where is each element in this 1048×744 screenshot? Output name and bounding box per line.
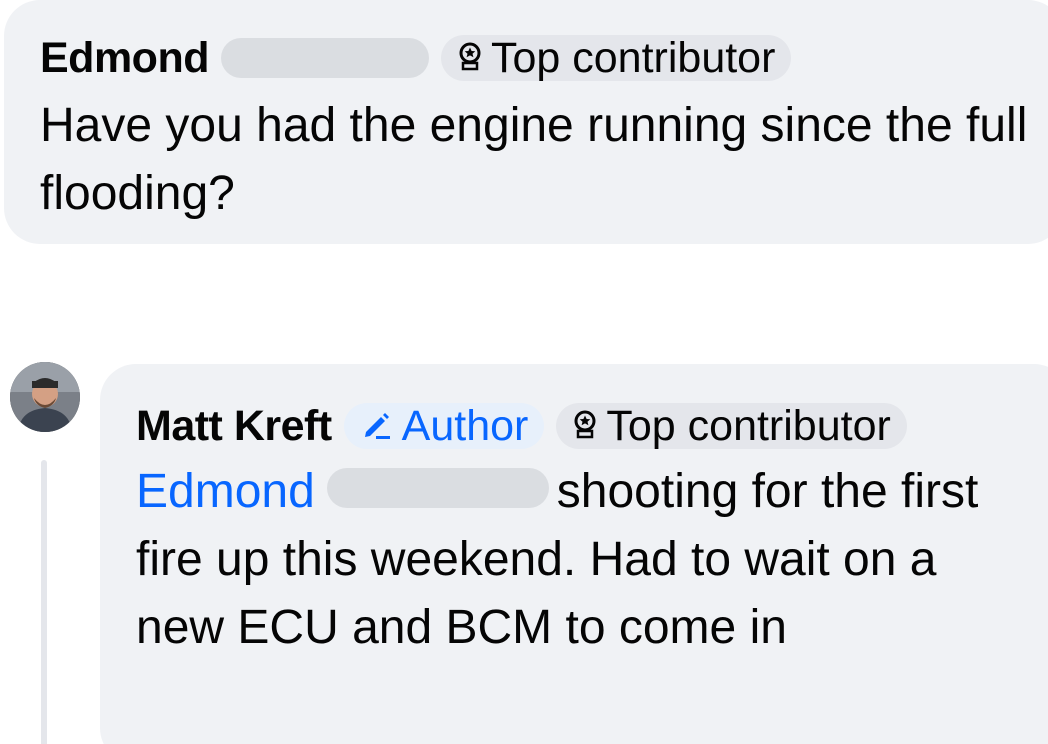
- comment-text: Edmond shooting for the first fire up thi…: [136, 458, 1016, 662]
- redacted-surname: [326, 468, 549, 509]
- top-contributor-badge[interactable]: Top contributor: [440, 34, 792, 82]
- redacted-surname: [220, 38, 429, 78]
- top-contributor-badge[interactable]: Top contributor: [556, 402, 907, 450]
- mention-link[interactable]: Edmond: [136, 465, 315, 518]
- pencil-icon: [362, 403, 392, 449]
- comment-text: Have you had the engine running since th…: [40, 99, 1028, 220]
- author-name[interactable]: Edmond: [40, 28, 209, 88]
- comment-header: Edmond Top contributor: [40, 28, 792, 88]
- badge-label: Author: [401, 402, 529, 450]
- comment-header: Matt Kreft Author Top contributor: [136, 396, 907, 456]
- thread-line: [41, 460, 47, 744]
- top-contributor-icon: [574, 403, 596, 449]
- author-name[interactable]: Matt Kreft: [136, 396, 332, 456]
- avatar[interactable]: [10, 362, 80, 432]
- top-contributor-icon: [459, 35, 481, 81]
- badge-label: Top contributor: [490, 34, 776, 82]
- badge-label: Top contributor: [606, 402, 891, 450]
- comment-thread: Edmond Top contributor Have you had the …: [0, 0, 1048, 744]
- author-badge[interactable]: Author: [343, 402, 545, 450]
